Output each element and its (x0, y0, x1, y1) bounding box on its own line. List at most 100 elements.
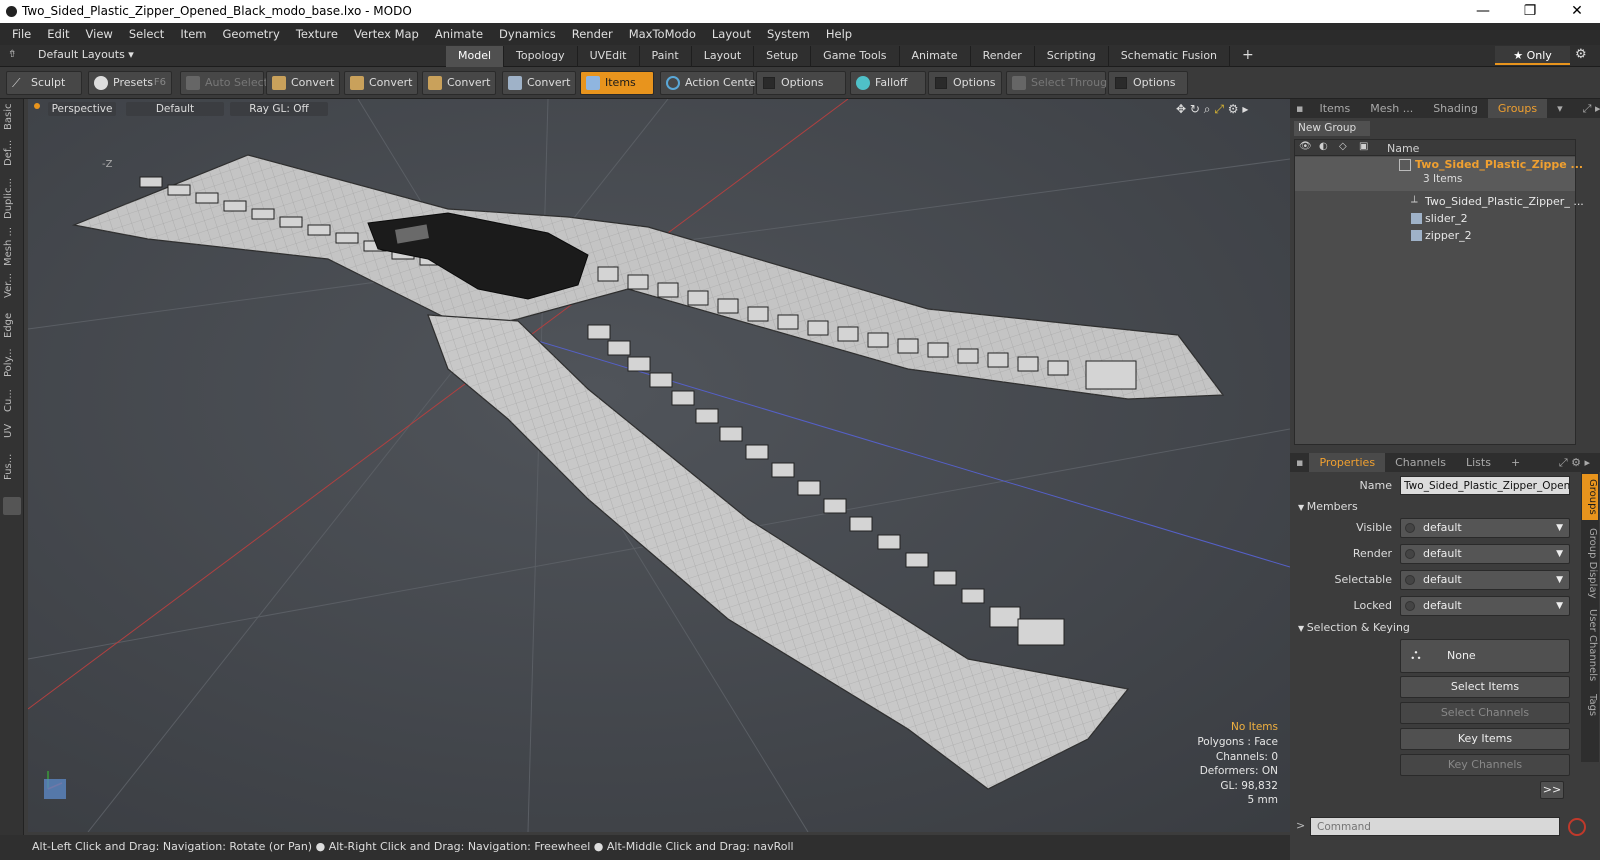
only-button[interactable]: ★ Only (1495, 46, 1570, 65)
menu-file[interactable]: File (4, 27, 39, 41)
convert-items-button[interactable]: Convert (502, 71, 576, 95)
tab-lists[interactable]: Lists (1456, 453, 1501, 472)
vtab-groups[interactable]: Groups (1582, 474, 1598, 520)
key-items-button[interactable]: Key Items (1400, 728, 1570, 750)
tab-properties[interactable]: Properties (1309, 453, 1386, 472)
strip-tab-uv[interactable]: UV (3, 419, 21, 443)
strip-tab-basic[interactable]: Basic (3, 103, 21, 131)
menu-maxtomodo[interactable]: MaxToModo (621, 27, 704, 41)
tab-setup[interactable]: Setup (754, 46, 812, 67)
visible-dropdown[interactable]: default ▼ (1400, 518, 1570, 538)
options-checkbox[interactable] (763, 77, 775, 89)
record-icon[interactable] (1568, 818, 1586, 836)
tab-render[interactable]: Render (971, 46, 1035, 67)
viewport-expand-icon[interactable]: ▸ (1242, 102, 1248, 116)
strip-tab-polygon[interactable]: Poly... (3, 343, 21, 383)
fit-icon[interactable]: ⤢ (1214, 102, 1224, 116)
close-button[interactable]: ✕ (1554, 0, 1600, 23)
presets-button[interactable]: Presets F6 (88, 71, 172, 95)
more-button[interactable]: >> (1540, 781, 1564, 799)
none-button[interactable]: ⛬ None (1400, 639, 1570, 673)
tab-uvedit[interactable]: UVEdit (578, 46, 640, 67)
strip-tab-duplicate[interactable]: Duplic... (3, 177, 21, 221)
view-perspective-dropdown[interactable]: Perspective (48, 102, 116, 116)
panel-menu-dot[interactable]: ▪ (1290, 453, 1309, 472)
list-item[interactable]: zipper_2 (1295, 228, 1575, 245)
tab-paint[interactable]: Paint (640, 46, 692, 67)
menu-vertex-map[interactable]: Vertex Map (346, 27, 427, 41)
members-section[interactable]: ▼ Members (1298, 500, 1358, 513)
tab-game-tools[interactable]: Game Tools (811, 46, 900, 67)
action-center-button[interactable]: Action Center (660, 71, 760, 95)
panel-menu-dot[interactable]: ▪ (1290, 99, 1309, 118)
menu-dynamics[interactable]: Dynamics (491, 27, 564, 41)
lock-icon[interactable]: ▣ (1359, 141, 1368, 152)
selectable-dropdown[interactable]: default ▼ (1400, 570, 1570, 590)
menu-select[interactable]: Select (121, 27, 172, 41)
menu-geometry[interactable]: Geometry (215, 27, 288, 41)
render-dropdown[interactable]: default ▼ (1400, 544, 1570, 564)
menu-texture[interactable]: Texture (288, 27, 346, 41)
viewport-menu-dot[interactable] (34, 103, 40, 109)
options-button-1[interactable]: Options (756, 71, 846, 95)
rotate-icon[interactable]: ↻ (1190, 102, 1200, 116)
tabs-overflow-icon[interactable]: ▾ (1547, 99, 1573, 118)
menu-render[interactable]: Render (564, 27, 621, 41)
tab-topology[interactable]: Topology (504, 46, 578, 67)
menu-item[interactable]: Item (172, 27, 214, 41)
menu-help[interactable]: Help (818, 27, 860, 41)
panel-expand-icon[interactable]: ⤢ ▸ (1573, 99, 1600, 118)
items-mode-button[interactable]: Items (580, 71, 654, 95)
tab-channels[interactable]: Channels (1385, 453, 1456, 472)
group-row-selected[interactable]: Two_Sided_Plastic_Zippe ... 3 Items (1295, 157, 1583, 191)
render-icon[interactable]: ◐ (1319, 141, 1328, 152)
add-tab-button[interactable]: + (1501, 453, 1530, 472)
command-input[interactable] (1310, 817, 1560, 836)
list-item[interactable]: ⟂ Two_Sided_Plastic_Zipper_ ... (1295, 194, 1584, 211)
panel-expand-icon[interactable]: ⤢ ⚙ ▸ (1549, 453, 1600, 472)
add-tab-button[interactable]: + (1230, 46, 1266, 67)
select-icon[interactable]: ◇ (1339, 141, 1347, 152)
menu-animate[interactable]: Animate (427, 27, 491, 41)
strip-tab-curve[interactable]: Cu... (3, 387, 21, 415)
raygl-dropdown[interactable]: Ray GL: Off (230, 102, 328, 116)
viewport-settings-icon[interactable]: ⚙ (1228, 102, 1239, 116)
zoom-icon[interactable]: ⌕ (1204, 102, 1211, 116)
options-button-3[interactable]: Options (1108, 71, 1188, 95)
strip-tab-mesh[interactable]: Mesh ... (3, 225, 21, 267)
layout-pin-icon[interactable]: ⇮ (8, 49, 16, 60)
menu-edit[interactable]: Edit (39, 27, 77, 41)
tab-animate[interactable]: Animate (900, 46, 971, 67)
new-group-button[interactable]: New Group (1294, 121, 1370, 136)
options-checkbox[interactable] (935, 77, 947, 89)
tab-mesh[interactable]: Mesh ... (1360, 99, 1423, 118)
tab-schematic-fusion[interactable]: Schematic Fusion (1109, 46, 1231, 67)
shading-default-dropdown[interactable]: Default (126, 102, 224, 116)
vtab-tags[interactable]: Tags (1582, 690, 1598, 720)
tab-shading[interactable]: Shading (1423, 99, 1488, 118)
locked-dropdown[interactable]: default ▼ (1400, 596, 1570, 616)
name-field[interactable] (1400, 476, 1570, 495)
tab-model[interactable]: Model (446, 46, 505, 67)
menu-system[interactable]: System (759, 27, 818, 41)
minimize-button[interactable]: — (1460, 0, 1506, 23)
strip-tab-edge[interactable]: Edge (3, 311, 21, 339)
3d-viewport[interactable]: -Z Perspective Default Ray GL: Off ✥ ↻ ⌕… (28, 99, 1290, 832)
strip-tab-deform[interactable]: Def... (3, 135, 21, 171)
vtab-group-display[interactable]: Group Display (1582, 526, 1598, 600)
auto-select-button[interactable]: Auto Select (180, 71, 268, 95)
select-through-button[interactable]: Select Through (1006, 71, 1114, 95)
tab-layout[interactable]: Layout (692, 46, 755, 67)
options-checkbox[interactable] (1115, 77, 1127, 89)
strip-collapse-button[interactable] (3, 497, 21, 515)
convert-edges-button[interactable]: Convert (344, 71, 418, 95)
options-button-2[interactable]: Options (928, 71, 1002, 95)
list-item[interactable]: slider_2 (1295, 211, 1575, 228)
strip-tab-vertex[interactable]: Ver... (3, 271, 21, 301)
tab-groups[interactable]: Groups (1487, 99, 1548, 118)
select-channels-button[interactable]: Select Channels (1400, 702, 1570, 724)
default-layouts-dropdown[interactable]: Default Layouts ▾ (38, 48, 134, 61)
menu-layout[interactable]: Layout (704, 27, 759, 41)
key-channels-button[interactable]: Key Channels (1400, 754, 1570, 776)
gear-icon[interactable]: ⚙ (1575, 47, 1587, 62)
